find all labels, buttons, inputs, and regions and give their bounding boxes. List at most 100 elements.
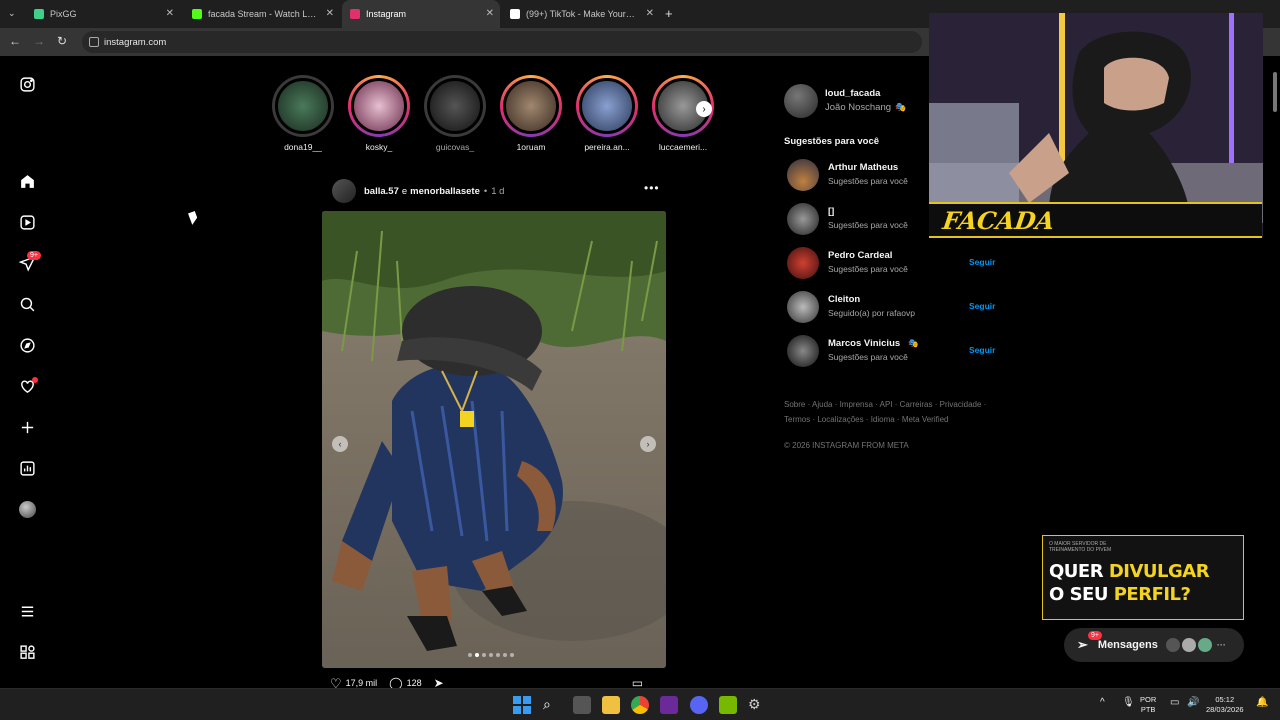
scrollbar-thumb[interactable] <box>1273 72 1277 112</box>
story-item[interactable]: pereira.an... <box>574 75 640 152</box>
account-username[interactable]: loud_facada <box>825 88 906 99</box>
suggestion-item[interactable]: Pedro Cardeal Sugestões para você Seguir <box>787 247 1002 281</box>
story-item[interactable]: guicovas_ <box>422 75 488 152</box>
close-tab-icon[interactable]: ✕ <box>486 8 494 19</box>
reels-icon[interactable] <box>17 212 37 232</box>
suggestion-name[interactable]: Cleiton <box>828 294 860 305</box>
suggestion-avatar[interactable] <box>787 247 819 279</box>
microphone-icon[interactable]: 🎙 <box>1122 698 1135 708</box>
more-options-icon[interactable]: ••• <box>644 181 660 195</box>
close-tab-icon[interactable]: ✕ <box>166 8 174 19</box>
like-heart-icon[interactable]: ♡ <box>330 676 342 688</box>
suggestion-name[interactable]: [] <box>828 206 834 217</box>
page-scrollbar[interactable] <box>1272 62 1278 682</box>
comment-icon[interactable]: ◯ <box>389 676 402 688</box>
windows-start-icon[interactable] <box>513 696 531 714</box>
file-explorer-icon[interactable] <box>602 696 620 714</box>
tab-pixgg[interactable]: PixGG ✕ <box>26 0 180 28</box>
promo-banner: O MAIOR SERVIDOR DE TREINAMENTO DO PIVEM… <box>1042 535 1244 620</box>
clock-date: 28/03/2026 <box>1206 705 1244 714</box>
promo-line-2: O SEU PERFIL? <box>1049 584 1191 605</box>
search-icon[interactable]: ⌕ <box>543 696 561 714</box>
follow-button[interactable]: Seguir <box>969 257 995 267</box>
suggestion-name[interactable]: Pedro Cardeal <box>828 250 892 261</box>
tab-instagram[interactable]: Instagram ✕ <box>342 0 500 28</box>
suggestion-item[interactable]: Marcos Vinicius 🎭 Sugestões para você Se… <box>787 335 1002 369</box>
suggestion-name[interactable]: Arthur Matheus <box>828 162 898 173</box>
tab-facada-stream[interactable]: facada Stream - Watch Live on ✕ <box>184 0 340 28</box>
footer-links[interactable]: Sobre · Ajuda · Imprensa · API · Carreir… <box>784 398 999 427</box>
tray-overflow-chevron-icon[interactable]: ^ <box>1100 698 1105 708</box>
close-tab-icon[interactable]: ✕ <box>646 8 654 19</box>
carousel-next-chevron-icon[interactable]: › <box>640 436 656 452</box>
profile-avatar[interactable] <box>17 499 37 519</box>
url-text: instagram.com <box>104 36 167 48</box>
promo-highlight: DIVULGAR <box>1108 561 1210 582</box>
tab-title: facada Stream - Watch Live on <box>208 9 318 19</box>
reload-icon[interactable]: ↻ <box>57 34 67 48</box>
post-time-separator: • <box>483 185 488 197</box>
current-account[interactable]: loud_facada João Noschang 🎭 <box>784 84 906 118</box>
also-from-meta-icon[interactable] <box>17 642 37 662</box>
post-image[interactable]: ‹ › <box>322 211 666 668</box>
stories-next-chevron-icon[interactable]: › <box>696 101 712 117</box>
story-item[interactable]: kosky_ <box>346 75 412 152</box>
explore-compass-icon[interactable] <box>17 335 37 355</box>
account-avatar[interactable] <box>784 84 818 118</box>
volume-icon[interactable]: 🔊 <box>1187 698 1199 708</box>
new-tab-button[interactable]: + <box>665 6 673 21</box>
suggestion-item[interactable]: Cleiton Seguido(a) por rafaovp Seguir <box>787 291 1002 325</box>
chrome-icon[interactable] <box>631 696 649 714</box>
menu-hamburger-icon[interactable] <box>17 601 37 621</box>
suggestion-name[interactable]: Marcos Vinicius <box>828 338 900 349</box>
follow-button[interactable]: Seguir <box>969 345 995 355</box>
notifications-icon[interactable]: 🔔 <box>1256 698 1268 708</box>
tab-title: (99+) TikTok - Make Your Day <box>526 9 636 19</box>
suggestion-avatar[interactable] <box>787 291 819 323</box>
suggestion-reason: Sugestões para você <box>828 264 908 274</box>
carousel-dot <box>503 653 507 657</box>
story-item[interactable]: 1oruam <box>498 75 564 152</box>
create-plus-icon[interactable] <box>17 417 37 437</box>
share-icon[interactable]: ➤ <box>434 676 444 688</box>
carousel-prev-chevron-icon[interactable]: ‹ <box>332 436 348 452</box>
instagram-logo-icon[interactable] <box>17 74 37 94</box>
search-icon[interactable] <box>17 294 37 314</box>
suggestion-avatar[interactable] <box>787 335 819 367</box>
dashboard-icon[interactable] <box>17 458 37 478</box>
post-author[interactable]: balla.57 <box>364 186 399 197</box>
input-language[interactable]: POR PTB <box>1140 695 1156 715</box>
save-bookmark-icon[interactable]: ▭ <box>632 676 643 688</box>
back-arrow-icon[interactable]: ← <box>9 34 21 48</box>
home-icon[interactable] <box>17 171 37 191</box>
suggestion-avatar[interactable] <box>787 203 819 235</box>
clock[interactable]: 05:12 28/03/2026 <box>1206 695 1244 715</box>
activity-dot <box>32 377 38 383</box>
network-icon[interactable]: ▭ <box>1170 698 1179 708</box>
discord-icon[interactable] <box>690 696 708 714</box>
tiktok-favicon-icon <box>510 9 520 19</box>
nvidia-icon[interactable] <box>719 696 737 714</box>
post-actions: ♡ 17,9 mil ◯ 128 ➤ ▭ <box>330 676 643 688</box>
follow-button[interactable]: Seguir <box>969 301 995 311</box>
post-author-avatar[interactable] <box>332 179 356 203</box>
keyboard-layout: PTB <box>1140 705 1156 714</box>
comments-count: 128 <box>406 678 422 688</box>
forward-arrow-icon[interactable]: → <box>33 34 45 48</box>
messages-pill[interactable]: ➢ 9+ Mensagens ··· <box>1064 628 1244 662</box>
nzxt-cam-icon[interactable] <box>660 696 678 714</box>
address-bar[interactable]: instagram.com <box>82 31 922 53</box>
settings-gear-icon[interactable]: ⚙ <box>748 696 766 714</box>
tab-tiktok[interactable]: (99+) TikTok - Make Your Day ✕ <box>502 0 660 28</box>
story-ring <box>348 75 410 137</box>
carousel-indicator <box>468 653 514 657</box>
suggestion-avatar[interactable] <box>787 159 819 191</box>
tab-strip-menu-icon[interactable]: ⌄ <box>8 8 16 19</box>
task-view-icon[interactable] <box>573 696 591 714</box>
post-coauthor[interactable]: menorballasete <box>410 186 480 197</box>
tab-title: Instagram <box>366 9 407 19</box>
site-info-icon[interactable] <box>89 37 99 47</box>
story-item[interactable]: dona19__ <box>270 75 336 152</box>
close-tab-icon[interactable]: ✕ <box>326 8 334 19</box>
story-username: pereira.an... <box>584 142 630 152</box>
